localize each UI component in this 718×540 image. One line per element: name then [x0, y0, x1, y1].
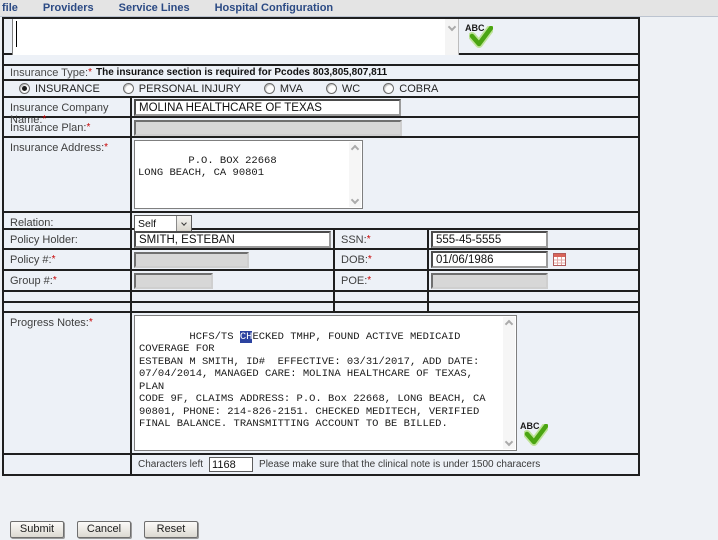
top-textarea-scrollbar[interactable] [445, 19, 458, 55]
green-checkmark-icon [524, 424, 548, 446]
radio-option-wc: WC [326, 83, 360, 95]
progress-notes-row: Progress Notes:* HCFS/TS CHECKED TMHP, F… [4, 313, 638, 455]
company-name-label: Insurance Company Name:* [4, 98, 130, 116]
policy-holder-row: Policy Holder: SSN:* [4, 230, 638, 250]
radio-cobra[interactable] [383, 83, 394, 94]
radio-option-mva: MVA [264, 83, 303, 95]
green-checkmark-icon [469, 26, 493, 48]
group-number-row: Group #:* POE:* [4, 271, 638, 292]
characters-left-row: Characters left Please make sure that th… [4, 455, 638, 474]
characters-note: Please make sure that the clinical note … [259, 459, 540, 470]
empty-row [4, 303, 638, 313]
policy-holder-label: Policy Holder: [4, 230, 130, 248]
policy-number-label: Policy #:* [4, 250, 130, 269]
dob-label: DOB:* [333, 250, 427, 269]
scrollbar-down-icon[interactable] [447, 23, 455, 31]
address-scrollbar[interactable] [349, 142, 361, 207]
radio-mva[interactable] [264, 83, 275, 94]
menu-item-file[interactable]: file [2, 2, 18, 14]
radio-option-personal-injury: PERSONAL INJURY [123, 83, 241, 95]
radio-wc[interactable] [326, 83, 337, 94]
radio-option-insurance: INSURANCE [19, 83, 100, 95]
empty-row [4, 292, 638, 303]
insurance-type-label: Insurance Type:* [10, 67, 92, 79]
insurance-type-options-row: INSURANCE PERSONAL INJURY MVA WC COBRA [4, 81, 638, 98]
company-name-input[interactable] [134, 99, 401, 116]
poe-input [431, 273, 548, 289]
menu-item-hospital-configuration[interactable]: Hospital Configuration [215, 2, 334, 14]
relation-label: Relation: [4, 213, 130, 228]
radio-insurance[interactable] [19, 83, 30, 94]
calendar-icon[interactable] [553, 253, 566, 269]
cancel-button[interactable]: Cancel [77, 521, 131, 538]
characters-left-label: Characters left [138, 459, 203, 470]
notes-scrollbar[interactable] [503, 317, 515, 449]
relation-row: Relation: Self [4, 213, 638, 230]
note-text-after: ECKED TMHP, FOUND ACTIVE MEDICAID COVERA… [139, 331, 486, 431]
dropdown-arrow-icon[interactable] [176, 216, 191, 231]
menu-item-service-lines[interactable]: Service Lines [119, 2, 190, 14]
text-caret [16, 21, 17, 47]
menu-bar: file Providers Service Lines Hospital Co… [0, 0, 718, 17]
characters-left-input[interactable] [209, 457, 253, 472]
scrollbar-up-icon[interactable] [505, 320, 513, 328]
policy-number-input [134, 252, 249, 268]
insurance-type-header-row: Insurance Type:* The insurance section i… [4, 66, 638, 81]
note-text-before: HCFS/TS [189, 331, 239, 343]
policy-holder-input[interactable] [134, 231, 331, 248]
dob-input[interactable] [431, 251, 548, 268]
scrollbar-down-icon[interactable] [351, 196, 359, 204]
top-note-row: ABC [4, 19, 638, 55]
reset-button[interactable]: Reset [144, 521, 198, 538]
scrollbar-up-icon[interactable] [351, 145, 359, 153]
poe-label: POE:* [333, 271, 427, 290]
insurance-section-note: The insurance section is required for Pc… [96, 67, 387, 78]
spellcheck-abc-icon[interactable]: ABC [520, 421, 552, 449]
scrollbar-down-icon[interactable] [505, 438, 513, 446]
company-name-row: Insurance Company Name:* [4, 98, 638, 118]
insurance-plan-row: Insurance Plan:* [4, 118, 638, 138]
progress-notes-textarea[interactable]: HCFS/TS CHECKED TMHP, FOUND ACTIVE MEDIC… [134, 315, 517, 451]
insurance-address-row: Insurance Address:* P.O. BOX 22668 LONG … [4, 138, 638, 213]
radio-option-cobra: COBRA [383, 83, 438, 95]
insurance-plan-input [134, 120, 402, 136]
group-number-input [134, 273, 213, 289]
ssn-input[interactable] [431, 231, 548, 248]
insurance-form-table: ABC Insurance Type:* The insurance secti… [2, 17, 640, 476]
ssn-label: SSN:* [333, 230, 427, 248]
policy-number-row: Policy #:* DOB:* [4, 250, 638, 271]
progress-notes-label: Progress Notes:* [4, 313, 130, 453]
submit-button[interactable]: Submit [10, 521, 64, 538]
insurance-address-textarea[interactable]: P.O. BOX 22668 LONG BEACH, CA 90801 [134, 140, 363, 209]
menu-item-providers[interactable]: Providers [43, 2, 94, 14]
empty-row [4, 55, 638, 66]
insurance-plan-label: Insurance Plan:* [4, 118, 130, 136]
note-text-highlighted: CH [240, 331, 253, 343]
top-note-textarea[interactable] [12, 19, 459, 55]
spellcheck-abc-icon[interactable]: ABC [465, 23, 497, 51]
insurance-address-label: Insurance Address:* [4, 138, 130, 211]
group-number-label: Group #:* [4, 271, 130, 290]
radio-personal-injury[interactable] [123, 83, 134, 94]
